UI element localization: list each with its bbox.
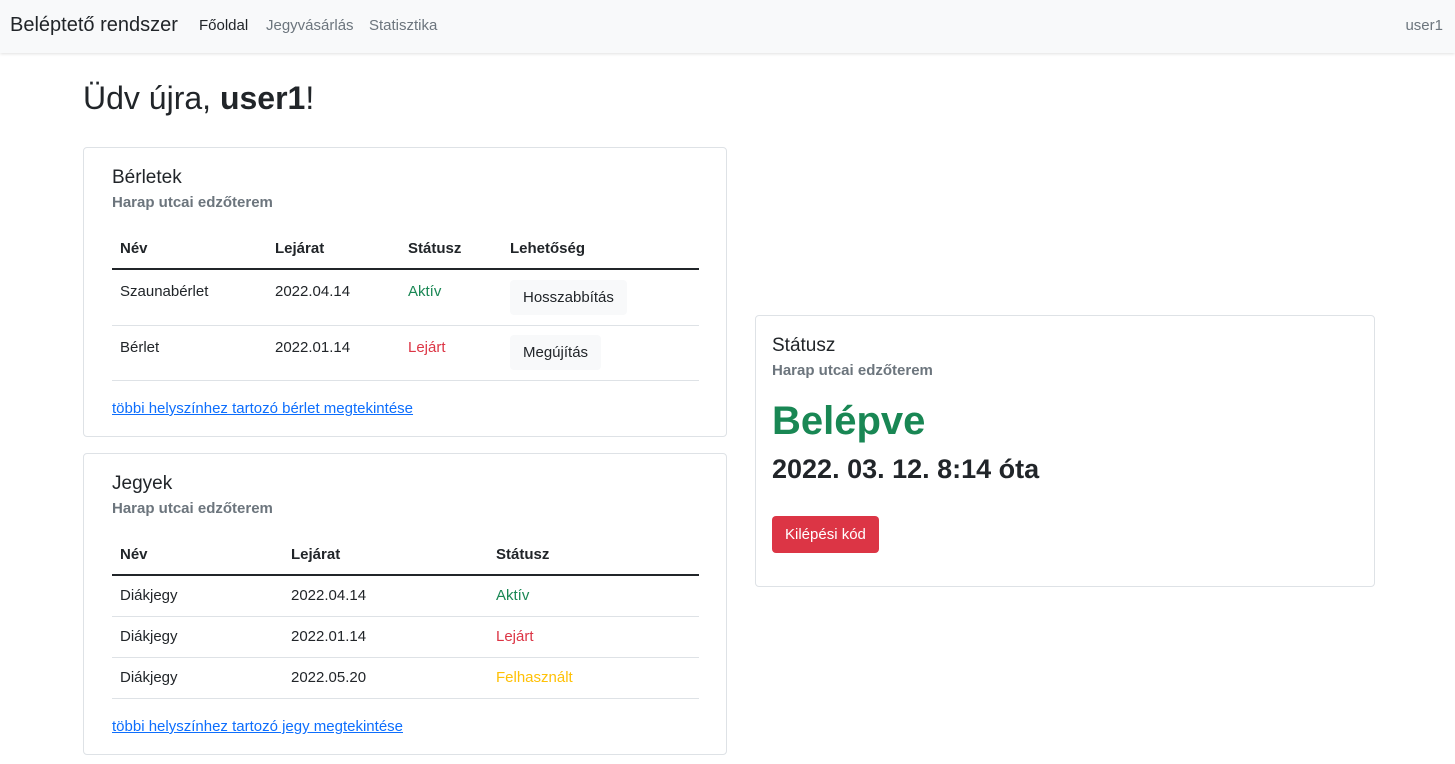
pass-expiry: 2022.04.14 (267, 269, 400, 326)
ticket-status: Lejárt (488, 616, 699, 658)
passes-header-expiry: Lejárat (267, 229, 400, 270)
table-row: Diákjegy 2022.05.20 Felhasznált (112, 657, 699, 699)
welcome-prefix: Üdv újra, (83, 80, 220, 116)
nav-link-home[interactable]: Főoldal (199, 17, 248, 34)
tickets-card-title: Jegyek (112, 473, 173, 494)
passes-table-header: Név Lejárat Státusz Lehetőség (112, 229, 699, 270)
entry-since: 2022. 03. 12. 8:14 óta (772, 454, 1040, 484)
entry-status: Belépve (772, 399, 926, 443)
passes-header-option: Lehetőség (502, 229, 699, 270)
status-card: Státusz Harap utcai edzőterem Belépve 20… (755, 315, 1375, 587)
pass-action-cell: Hosszabbítás (502, 269, 699, 326)
renew-button[interactable]: Megújítás (510, 335, 602, 370)
table-row: Szaunabérlet 2022.04.14 Aktív Hosszabbít… (112, 269, 699, 326)
ticket-name: Diákjegy (112, 657, 283, 699)
passes-card-title: Bérletek (112, 167, 182, 188)
table-row: Diákjegy 2022.04.14 Aktív (112, 575, 699, 617)
pass-status: Aktív (400, 269, 502, 326)
pass-name: Bérlet (112, 325, 267, 381)
table-row: Bérlet 2022.01.14 Lejárt Megújítás (112, 325, 699, 381)
navbar: Beléptető rendszer Főoldal Jegyvásárlás … (0, 0, 1455, 53)
ticket-name: Diákjegy (112, 575, 283, 617)
pass-expiry: 2022.01.14 (267, 325, 400, 381)
ticket-expiry: 2022.01.14 (283, 616, 488, 658)
other-tickets-link[interactable]: többi helyszínhez tartozó jegy megtekint… (112, 718, 403, 735)
tickets-card-subtitle: Harap utcai edzőterem (112, 500, 273, 517)
tickets-header-name: Név (112, 535, 283, 576)
ticket-expiry: 2022.05.20 (283, 657, 488, 699)
pass-action-cell: Megújítás (502, 325, 699, 381)
status-card-title: Státusz (772, 335, 836, 356)
exit-code-button[interactable]: Kilépési kód (772, 516, 879, 553)
tickets-table-header: Név Lejárat Státusz (112, 535, 699, 576)
nav-user[interactable]: user1 (1405, 17, 1443, 34)
ticket-status: Aktív (488, 575, 699, 617)
tickets-table: Név Lejárat Státusz Diákjegy 2022.04.14 … (112, 535, 699, 699)
passes-card: Bérletek Harap utcai edzőterem Név Lejár… (83, 147, 727, 437)
page-title: Üdv újra, user1! (83, 80, 314, 117)
nav-link-statistics[interactable]: Statisztika (369, 17, 437, 34)
ticket-status: Felhasznált (488, 657, 699, 699)
table-row: Diákjegy 2022.01.14 Lejárt (112, 616, 699, 658)
status-card-subtitle: Harap utcai edzőterem (772, 362, 933, 379)
ticket-expiry: 2022.04.14 (283, 575, 488, 617)
navbar-brand[interactable]: Beléptető rendszer (10, 14, 178, 37)
passes-header-status: Státusz (400, 229, 502, 270)
tickets-header-status: Státusz (488, 535, 699, 576)
pass-name: Szaunabérlet (112, 269, 267, 326)
tickets-card: Jegyek Harap utcai edzőterem Név Lejárat… (83, 453, 727, 755)
welcome-suffix: ! (305, 80, 315, 116)
other-passes-link[interactable]: többi helyszínhez tartozó bérlet megteki… (112, 400, 413, 417)
nav-link-ticket-purchase[interactable]: Jegyvásárlás (266, 17, 354, 34)
passes-card-subtitle: Harap utcai edzőterem (112, 194, 273, 211)
passes-header-name: Név (112, 229, 267, 270)
extend-button[interactable]: Hosszabbítás (510, 279, 627, 315)
ticket-name: Diákjegy (112, 616, 283, 658)
passes-table: Név Lejárat Státusz Lehetőség Szaunabérl… (112, 229, 699, 381)
welcome-username: user1 (219, 80, 306, 116)
tickets-header-expiry: Lejárat (283, 535, 488, 576)
pass-status: Lejárt (400, 325, 502, 381)
